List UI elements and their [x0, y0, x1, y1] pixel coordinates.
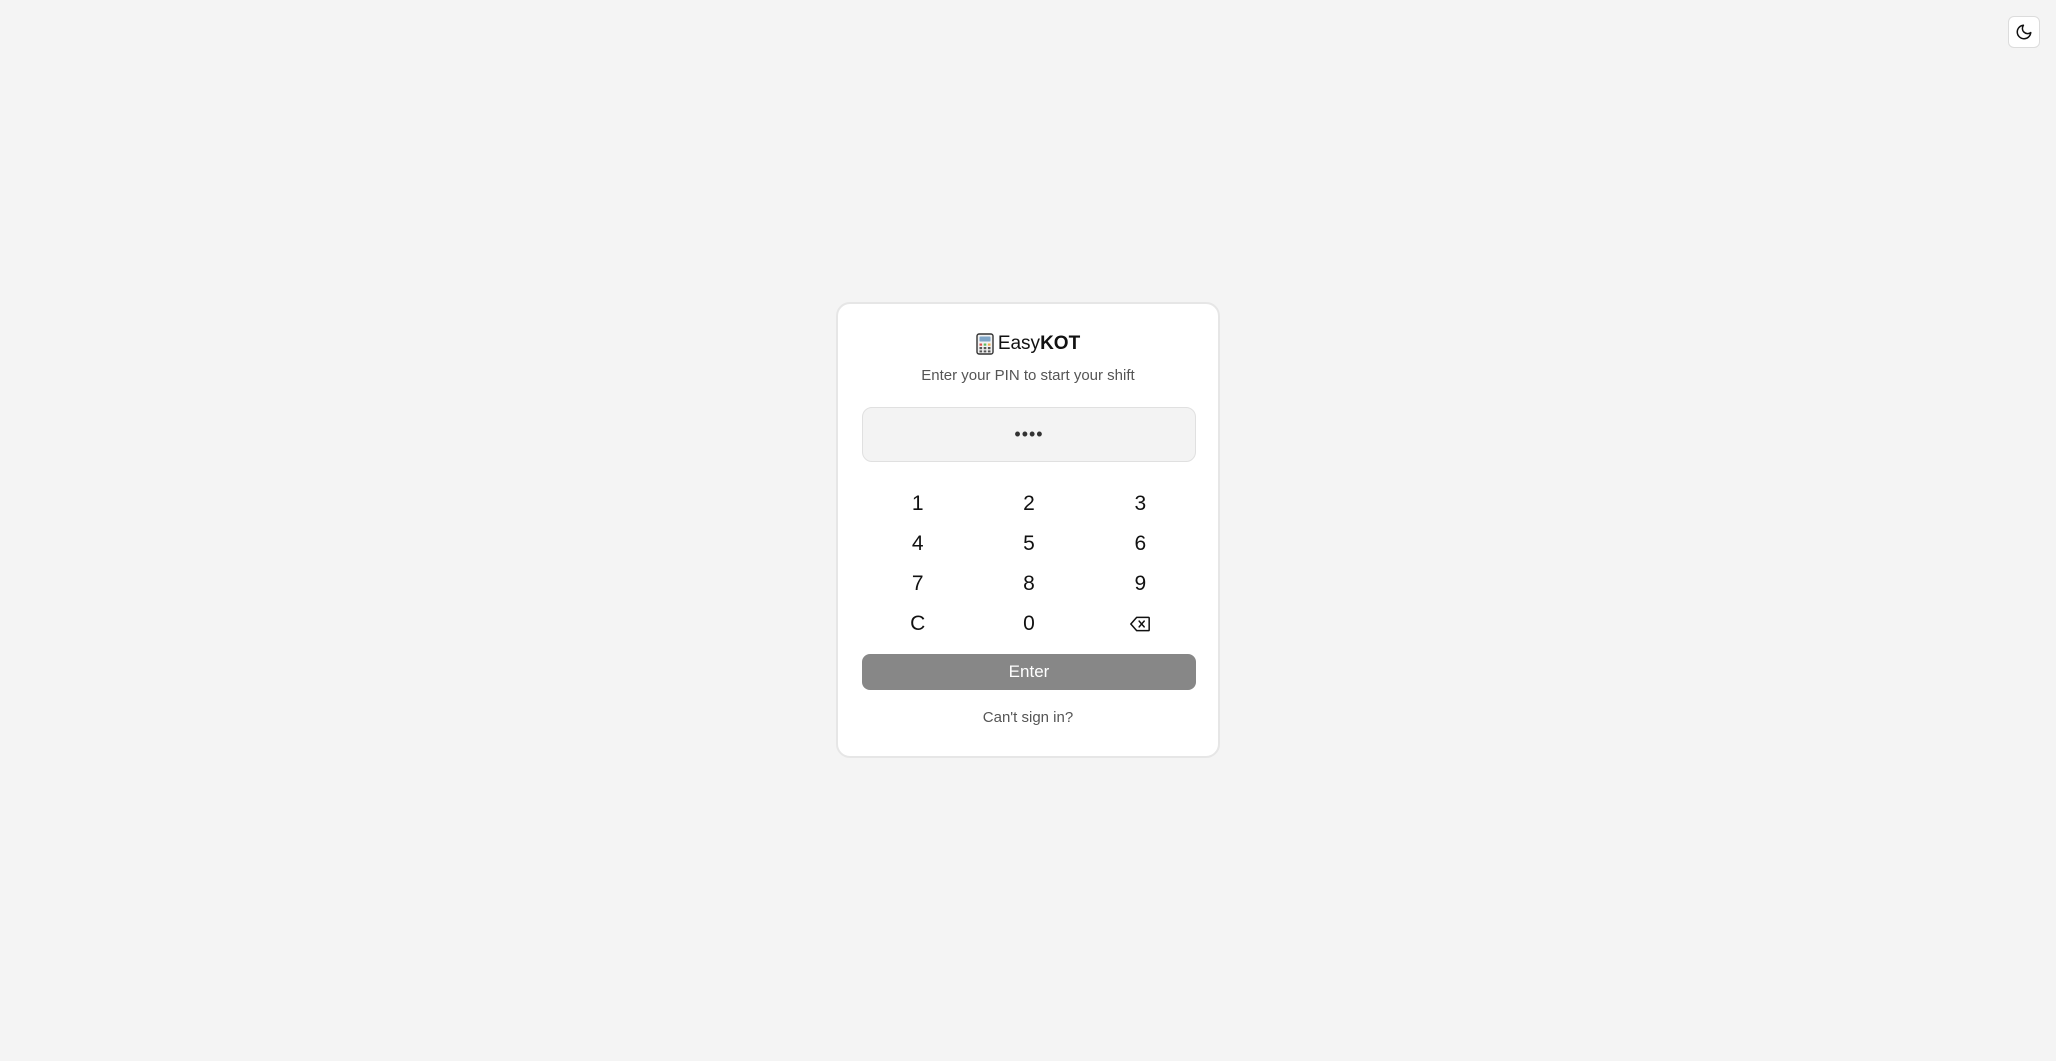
brand-name-part1: Easy [997, 333, 1041, 354]
pin-display: •••• [862, 407, 1196, 462]
calculator-icon [976, 333, 994, 355]
key-4[interactable]: 4 [862, 524, 973, 564]
keypad: 1 2 3 4 5 6 7 8 9 C 0 [862, 484, 1196, 644]
brand-title: EasyKOT [838, 332, 1218, 356]
key-1[interactable]: 1 [862, 484, 973, 524]
key-clear[interactable]: C [862, 604, 973, 644]
key-5[interactable]: 5 [973, 524, 1084, 564]
key-8[interactable]: 8 [973, 564, 1084, 604]
key-7[interactable]: 7 [862, 564, 973, 604]
backspace-icon [1130, 616, 1151, 632]
enter-button[interactable]: Enter [862, 654, 1196, 690]
moon-icon [2015, 23, 2033, 41]
brand-name-part2: KOT [1040, 333, 1081, 354]
theme-toggle-button[interactable] [2008, 16, 2040, 48]
key-0[interactable]: 0 [973, 604, 1084, 644]
backspace-button[interactable] [1085, 604, 1196, 644]
key-2[interactable]: 2 [973, 484, 1084, 524]
cant-sign-in-link[interactable]: Can't sign in? [838, 709, 1218, 726]
key-9[interactable]: 9 [1085, 564, 1196, 604]
key-6[interactable]: 6 [1085, 524, 1196, 564]
key-3[interactable]: 3 [1085, 484, 1196, 524]
login-card: EasyKOT Enter your PIN to start your shi… [836, 302, 1220, 758]
subtitle: Enter your PIN to start your shift [921, 367, 1135, 384]
